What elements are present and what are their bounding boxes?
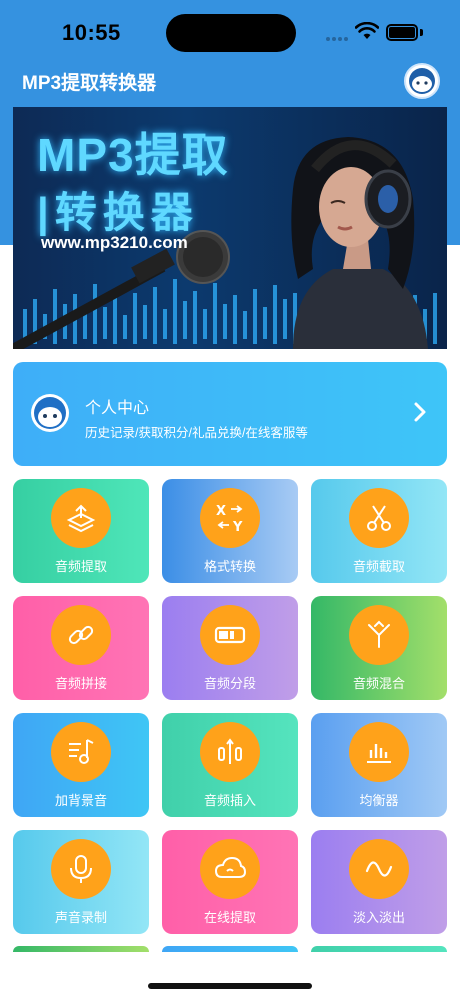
tool-format-convert[interactable]: X Y 格式转换: [162, 479, 298, 583]
cloud-icon: [214, 856, 247, 878]
tool-audio-extract[interactable]: 音频提取: [13, 479, 149, 583]
status-bar: 10:55: [0, 0, 460, 60]
tool-audio-cut[interactable]: 音频截取: [311, 479, 447, 583]
tool-fade-in-out[interactable]: 淡入淡出: [311, 830, 447, 934]
user-avatar-icon: [34, 397, 66, 429]
tile-icon-circle: [349, 839, 409, 899]
next-row-tile-peek: [311, 946, 447, 952]
status-time: 10:55: [62, 20, 121, 45]
svg-text:Y: Y: [232, 520, 243, 535]
next-row-tile-peek: [162, 946, 298, 952]
tile-label: 加背景音: [54, 793, 107, 808]
tile-label: 音频截取: [352, 559, 405, 574]
app-title: MP3提取转换器: [22, 73, 157, 94]
convert-icon: X Y: [216, 504, 243, 535]
tile-label: 音频拼接: [54, 676, 107, 691]
profile-avatar: [31, 394, 69, 432]
banner-url: www.mp3210.com: [41, 233, 188, 252]
chevron-right-icon: [414, 402, 426, 422]
tile-label: 均衡器: [359, 793, 399, 808]
tool-audio-join[interactable]: 音频拼接: [13, 596, 149, 700]
tool-add-bgm[interactable]: 加背景音: [13, 713, 149, 817]
tile-label: 格式转换: [203, 559, 256, 574]
banner-title-line1: MP3提取: [37, 129, 229, 181]
tile-icon-circle: [200, 605, 260, 665]
tile-icon-circle: [51, 605, 111, 665]
tile-label: 音频混合: [352, 676, 405, 691]
tool-audio-segment[interactable]: 音频分段: [162, 596, 298, 700]
wave-icon: [365, 861, 393, 877]
tile-label: 声音录制: [54, 910, 107, 925]
tile-icon-circle: [349, 488, 409, 548]
tile-icon-circle: [51, 722, 111, 782]
tile-icon-circle: X Y: [200, 488, 260, 548]
tool-online-extract[interactable]: 在线提取: [162, 830, 298, 934]
link-icon: [68, 625, 94, 645]
dynamic-island: [166, 14, 296, 52]
segment-icon: [214, 626, 246, 644]
home-indicator[interactable]: [148, 983, 312, 989]
tile-icon-circle: [200, 839, 260, 899]
scissors-icon: [367, 505, 391, 531]
user-avatar-button[interactable]: [404, 63, 440, 99]
tool-audio-insert[interactable]: 音频插入: [162, 713, 298, 817]
tile-icon-circle: [349, 605, 409, 665]
tile-icon-circle: [200, 722, 260, 782]
tile-label: 音频分段: [203, 676, 256, 691]
profile-title: 个人中心: [85, 400, 150, 417]
next-row-tile-peek: [13, 946, 149, 952]
tile-icon-circle: [51, 839, 111, 899]
tile-label: 在线提取: [203, 910, 256, 925]
tile-label: 音频插入: [203, 793, 256, 808]
tile-icon-circle: [349, 722, 409, 782]
tool-equalizer[interactable]: 均衡器: [311, 713, 447, 817]
tool-audio-mix[interactable]: 音频混合: [311, 596, 447, 700]
battery-tip: [420, 29, 423, 36]
profile-subtitle: 历史记录/获取积分/礼品兑换/在线客服等: [85, 426, 308, 440]
battery-icon: [386, 24, 418, 41]
user-avatar-icon: [409, 68, 435, 94]
tile-label: 音频提取: [54, 559, 107, 574]
music-note-icon: [69, 739, 94, 764]
promo-banner[interactable]: MP3提取 |转换器 www.mp3210.com: [13, 107, 447, 349]
wifi-icon: [355, 22, 379, 39]
svg-text:X: X: [216, 504, 226, 519]
extract-icon: [66, 504, 96, 533]
equalizer-icon: [367, 744, 391, 763]
tile-icon-circle: [51, 488, 111, 548]
merge-icon: [368, 620, 390, 648]
microphone-icon: [70, 855, 92, 883]
personal-center-card[interactable]: 个人中心 历史记录/获取积分/礼品兑换/在线客服等: [13, 362, 447, 466]
tile-label: 淡入淡出: [352, 910, 405, 925]
tool-voice-record[interactable]: 声音录制: [13, 830, 149, 934]
banner-title-line2: |转换器: [37, 189, 199, 236]
cellular-signal-icon: [326, 28, 350, 46]
headphone-woman-illustration: [291, 137, 428, 349]
insert-icon: [218, 738, 242, 764]
